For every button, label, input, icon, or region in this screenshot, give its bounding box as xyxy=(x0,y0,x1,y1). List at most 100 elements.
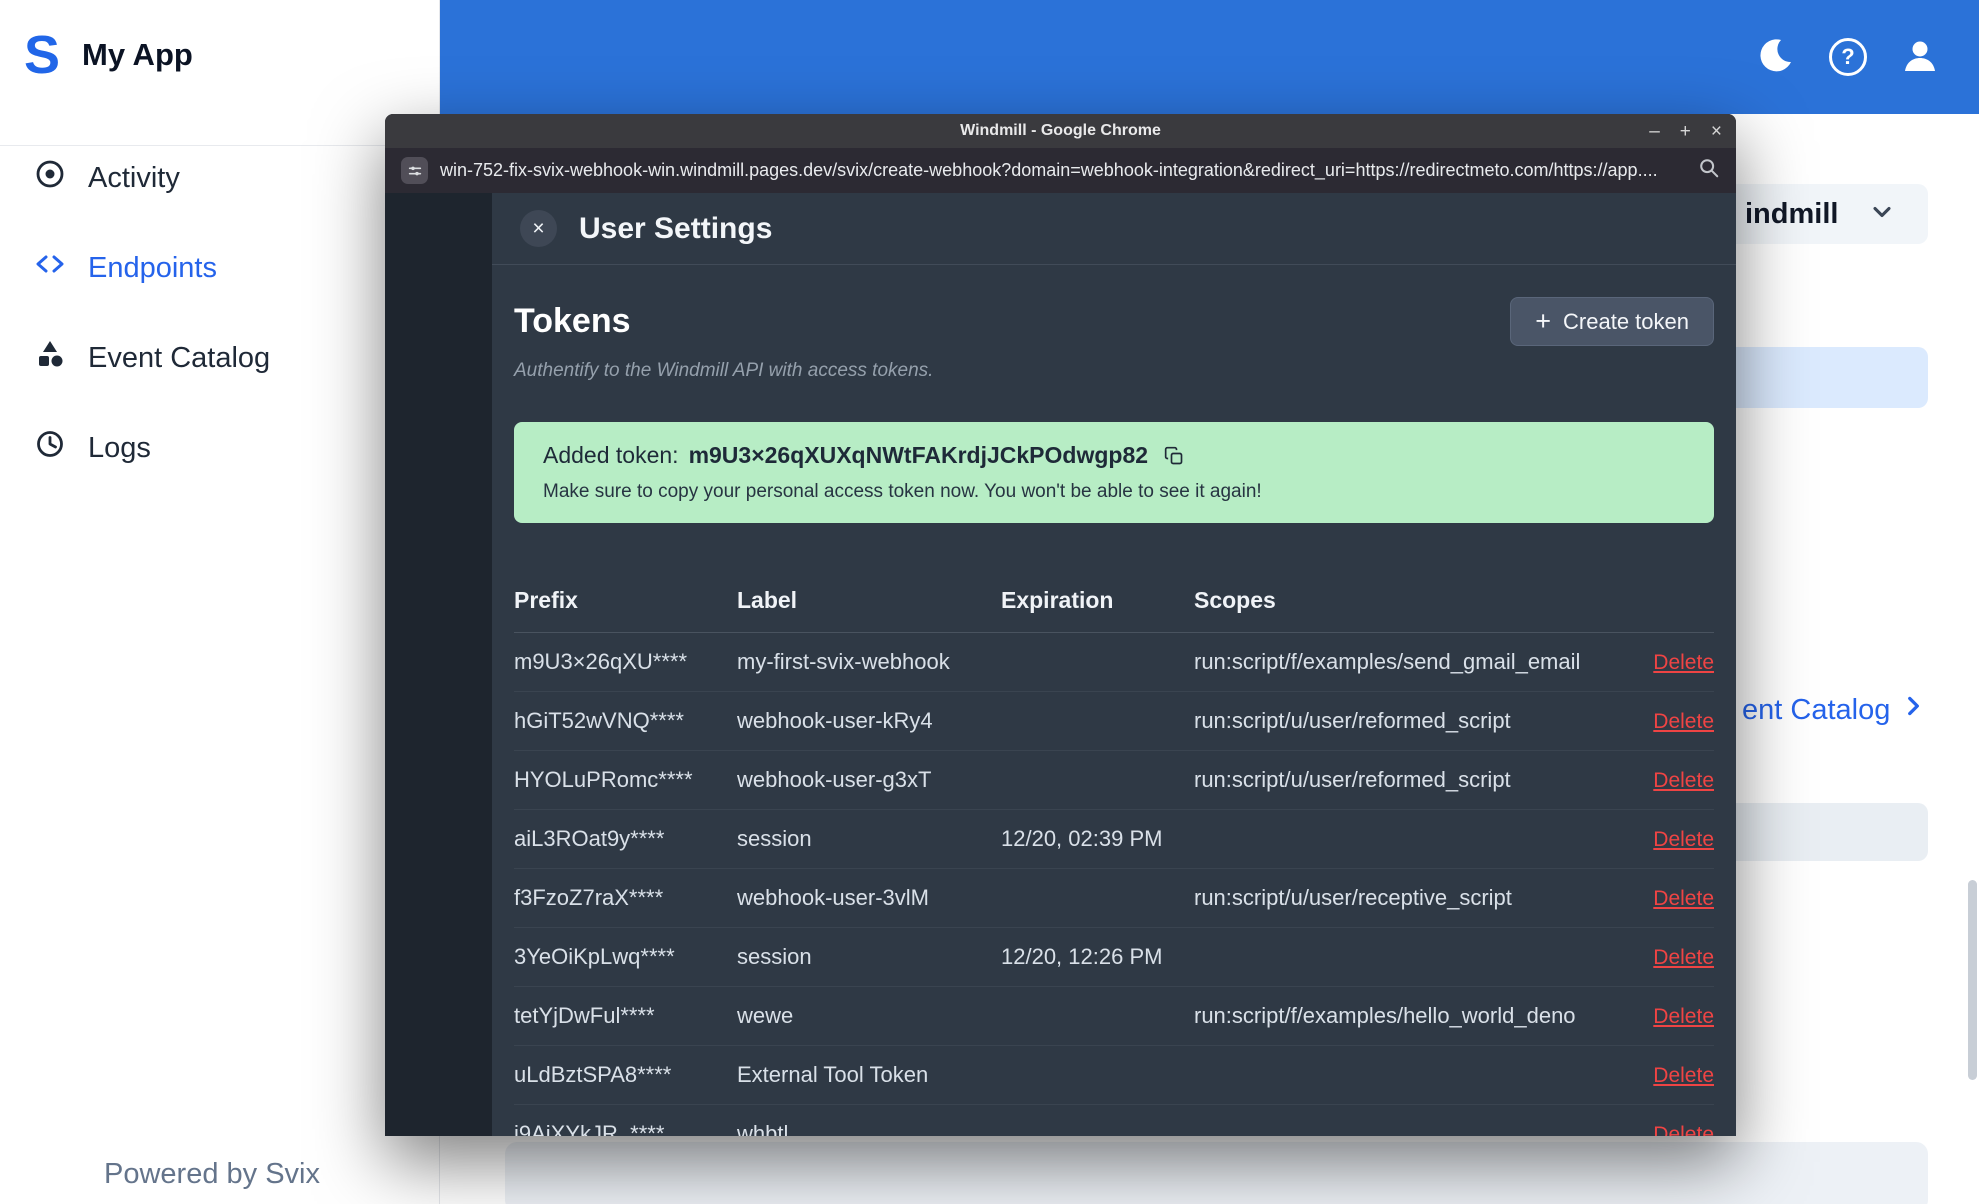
token-row: HYOLuPRomc**** webhook-user-g3xT run:scr… xyxy=(514,751,1714,810)
window-content: × User Settings Tokens + Create token Au… xyxy=(385,193,1736,1136)
svix-logo-icon: S xyxy=(24,25,61,85)
token-label: whbtl xyxy=(737,1121,789,1136)
delete-link[interactable]: Delete xyxy=(1653,769,1714,792)
col-label: Label xyxy=(737,587,798,613)
token-prefix: 3YeOiKpLwq**** xyxy=(514,944,675,969)
user-settings-drawer: × User Settings Tokens + Create token Au… xyxy=(492,193,1736,1136)
token-prefix: m9U3×26qXU**** xyxy=(514,649,688,674)
tokens-subtitle: Authentify to the Windmill API with acce… xyxy=(514,360,934,381)
url-text: win-752-fix-svix-webhook-win.windmill.pa… xyxy=(440,160,1658,180)
window-titlebar[interactable]: Windmill - Google Chrome – + × xyxy=(385,114,1736,148)
token-scopes: run:script/f/examples/hello_world_deno xyxy=(1194,1003,1576,1028)
drawer-body: Tokens + Create token Authentify to the … xyxy=(492,297,1736,1136)
token-label: session xyxy=(737,826,812,851)
token-scopes: run:script/u/user/reformed_script xyxy=(1194,767,1511,792)
powered-by-svix: Powered by Svix xyxy=(104,1158,320,1190)
sidebar-item-label: Activity xyxy=(88,161,180,194)
delete-link[interactable]: Delete xyxy=(1653,1064,1714,1087)
tokens-header-row: Tokens + Create token xyxy=(514,297,1714,346)
tokens-table-header: Prefix Label Expiration Scopes xyxy=(514,523,1714,633)
site-settings-icon[interactable] xyxy=(401,157,428,184)
token-alert-label: Added token: xyxy=(543,442,679,468)
col-scopes: Scopes xyxy=(1194,587,1276,613)
app-title: My App xyxy=(82,37,193,72)
activity-icon xyxy=(34,158,66,198)
token-prefix: hGiT52wVNQ**** xyxy=(514,708,684,733)
token-added-alert: Added token: m9U3×26qXUXqNWtFAKrdjJCkPOd… xyxy=(514,422,1714,523)
minimize-button[interactable]: – xyxy=(1649,122,1660,141)
account-icon[interactable] xyxy=(1901,36,1939,79)
chrome-window: Windmill - Google Chrome – + × win-752-f… xyxy=(385,114,1736,1136)
token-row: m9U3×26qXU**** my-first-svix-webhook run… xyxy=(514,633,1714,692)
token-label: External Tool Token xyxy=(737,1062,929,1087)
create-token-button[interactable]: + Create token xyxy=(1510,297,1714,346)
sidebar-item-event-catalog[interactable]: Event Catalog xyxy=(0,322,439,394)
copy-icon[interactable] xyxy=(1164,445,1184,467)
close-window-button[interactable]: × xyxy=(1711,122,1722,141)
delete-link[interactable]: Delete xyxy=(1653,710,1714,733)
delete-link[interactable]: Delete xyxy=(1653,946,1714,969)
create-token-label: Create token xyxy=(1563,308,1689,334)
token-prefix: aiL3ROat9y**** xyxy=(514,826,665,851)
token-alert-note: Make sure to copy your personal access t… xyxy=(543,481,1262,502)
token-scopes: run:script/f/examples/send_gmail_email xyxy=(1194,649,1581,674)
window-title: Windmill - Google Chrome xyxy=(960,122,1161,139)
chevron-down-icon xyxy=(1868,198,1896,231)
token-label: webhook-user-3vlM xyxy=(737,885,929,910)
chevron-right-icon xyxy=(1900,693,1926,727)
address-bar[interactable]: win-752-fix-svix-webhook-win.windmill.pa… xyxy=(385,148,1736,193)
drawer-title: User Settings xyxy=(579,211,773,245)
token-scopes: run:script/u/user/receptive_script xyxy=(1194,885,1512,910)
sidebar-item-endpoints[interactable]: Endpoints xyxy=(0,232,439,304)
drawer-header: × User Settings xyxy=(492,193,1736,265)
delete-link[interactable]: Delete xyxy=(1653,1123,1714,1136)
sidebar-item-activity[interactable]: Activity xyxy=(0,142,439,214)
dark-mode-icon[interactable] xyxy=(1755,35,1795,80)
token-row: aiL3ROat9y**** session 12/20, 02:39 PM D… xyxy=(514,810,1714,869)
sidebar: S My App Activity Endpoints Event Catalo… xyxy=(0,0,440,1204)
token-alert-line: Added token: m9U3×26qXUXqNWtFAKrdjJCkPOd… xyxy=(543,442,1685,469)
token-label: session xyxy=(737,944,812,969)
token-row: hGiT52wVNQ**** webhook-user-kRy4 run:scr… xyxy=(514,692,1714,751)
page-scrollbar[interactable] xyxy=(1968,880,1977,1080)
shapes-icon xyxy=(34,338,66,378)
tokens-heading: Tokens xyxy=(514,302,631,340)
token-prefix: i9AjXYkJR..**** xyxy=(514,1121,665,1136)
close-drawer-button[interactable]: × xyxy=(520,210,557,247)
token-row: uLdBztSPA8**** External Tool Token Delet… xyxy=(514,1046,1714,1105)
token-row: tetYjDwFul**** wewe run:script/f/example… xyxy=(514,987,1714,1046)
plus-icon: + xyxy=(1535,306,1552,336)
token-label: my-first-svix-webhook xyxy=(737,649,950,674)
token-row: f3FzoZ7raX**** webhook-user-3vlM run:scr… xyxy=(514,869,1714,928)
history-clock-icon xyxy=(34,428,66,468)
delete-link[interactable]: Delete xyxy=(1653,828,1714,851)
col-expiration: Expiration xyxy=(1001,587,1114,613)
sidebar-item-label: Endpoints xyxy=(88,251,217,284)
app-logo-row: S My App xyxy=(0,0,439,110)
drawer-overlay[interactable] xyxy=(385,193,492,1136)
window-controls: – + × xyxy=(1649,114,1722,148)
token-scopes: run:script/u/user/reformed_script xyxy=(1194,708,1511,733)
delete-link[interactable]: Delete xyxy=(1653,1005,1714,1028)
delete-link[interactable]: Delete xyxy=(1653,651,1714,674)
token-prefix: uLdBztSPA8**** xyxy=(514,1062,672,1087)
bottom-panel-fragment xyxy=(505,1142,1928,1204)
token-label: webhook-user-kRy4 xyxy=(737,708,933,733)
token-value: m9U3×26qXUXqNWtFAKrdjJCkPOdwgp82 xyxy=(688,442,1149,468)
token-expiration: 12/20, 02:39 PM xyxy=(1001,826,1163,851)
delete-link[interactable]: Delete xyxy=(1653,887,1714,910)
token-row: 3YeOiKpLwq**** session 12/20, 12:26 PM D… xyxy=(514,928,1714,987)
workspace-dropdown-label: indmill xyxy=(1745,197,1839,230)
search-icon[interactable] xyxy=(1698,157,1720,184)
token-label: webhook-user-g3xT xyxy=(737,767,932,792)
code-brackets-icon xyxy=(34,248,66,288)
sidebar-item-logs[interactable]: Logs xyxy=(0,412,439,484)
help-icon[interactable]: ? xyxy=(1829,38,1867,76)
token-label: wewe xyxy=(737,1003,794,1028)
event-catalog-link[interactable]: ent Catalog xyxy=(1742,693,1926,727)
screen: ? S My App Activity Endpoints Event Cata… xyxy=(0,0,1979,1204)
maximize-button[interactable]: + xyxy=(1680,122,1691,141)
app-topbar: ? xyxy=(440,0,1979,114)
token-prefix: tetYjDwFul**** xyxy=(514,1003,655,1028)
token-row: i9AjXYkJR..**** whbtl Delete xyxy=(514,1105,1714,1136)
